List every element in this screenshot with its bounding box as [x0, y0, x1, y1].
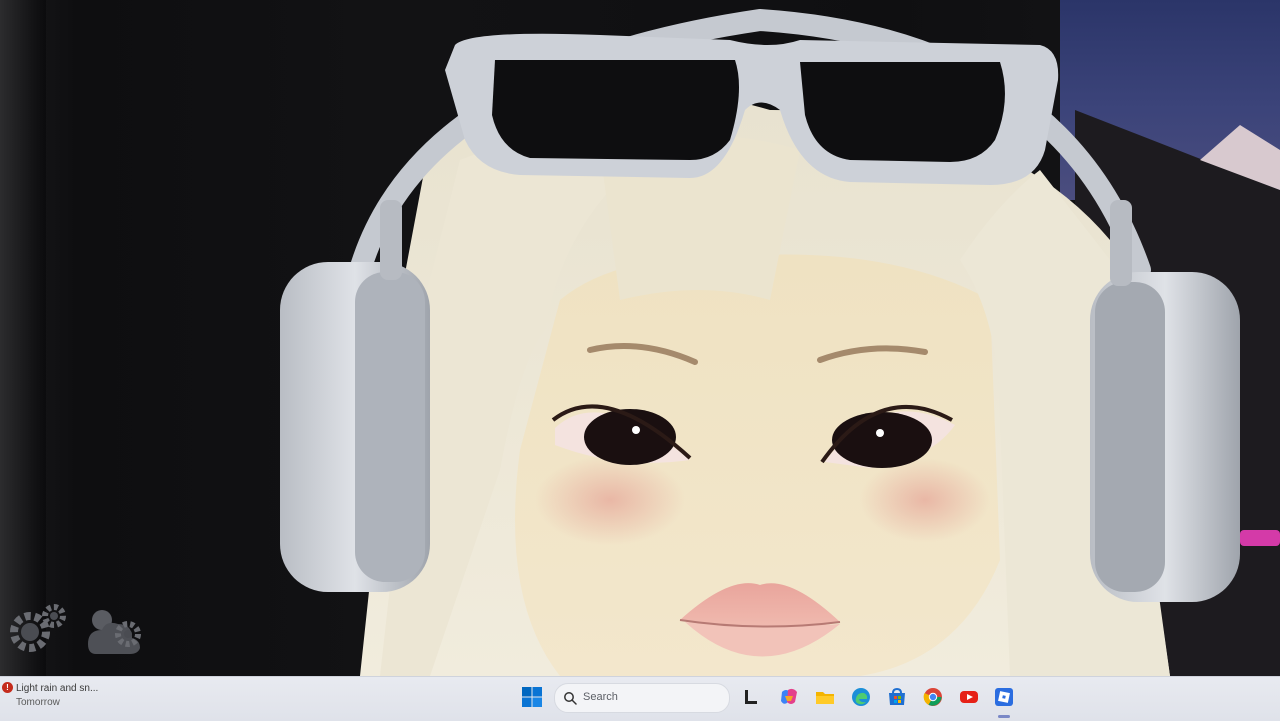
microsoft-store-icon[interactable] [886, 686, 908, 708]
windows-taskbar: ! Light rain and sn... Tomorrow Search [0, 676, 1280, 721]
weather-forecast-day: Tomorrow [16, 697, 60, 708]
taskbar-search-box[interactable]: Search [554, 683, 730, 713]
task-view-icon[interactable] [740, 686, 762, 708]
roblox-icon[interactable] [993, 686, 1015, 708]
copilot-icon[interactable] [778, 686, 800, 708]
weather-widget[interactable]: ! Light rain and sn... Tomorrow [2, 679, 152, 719]
avatar-face-closeup [280, 8, 1280, 676]
active-app-indicator [998, 715, 1010, 718]
start-button[interactable] [520, 685, 544, 709]
edge-browser-icon[interactable] [850, 686, 872, 708]
blush-right [860, 458, 990, 542]
chrome-icon[interactable] [922, 686, 944, 708]
game-menu-buttons [4, 598, 154, 662]
weather-alert-badge: ! [2, 682, 13, 693]
search-placeholder: Search [583, 691, 618, 703]
game-viewport[interactable] [0, 0, 1280, 676]
pink-neon-light [1240, 530, 1280, 546]
windows-logo-icon [522, 687, 542, 707]
blush-left [535, 455, 685, 545]
youtube-icon[interactable] [958, 686, 980, 708]
file-explorer-icon[interactable] [814, 686, 836, 708]
search-icon [564, 692, 577, 705]
weather-forecast-text: Light rain and sn... [16, 683, 99, 694]
settings-gear-icon[interactable] [4, 598, 74, 662]
weather-settings-icon[interactable] [80, 598, 150, 662]
